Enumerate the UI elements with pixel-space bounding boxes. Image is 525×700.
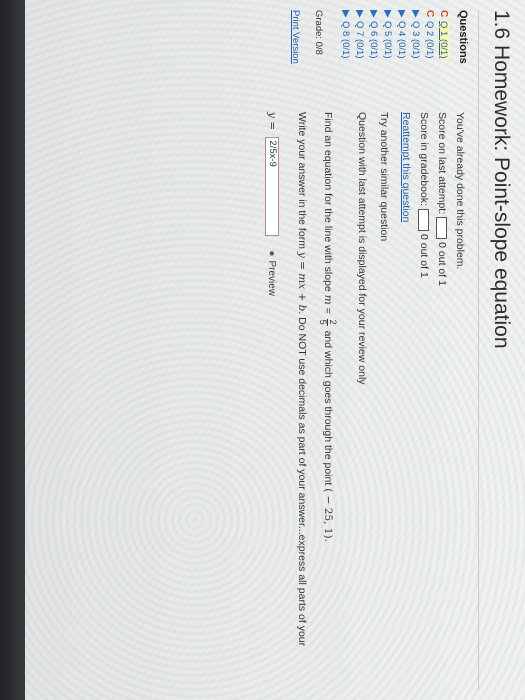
- play-triangle-icon: ▶: [410, 10, 421, 18]
- form-equation: y = mx + b: [296, 251, 308, 312]
- score-gradebook-box: [418, 208, 430, 231]
- sidebar-item-q4[interactable]: ▶ Q 4 (0/1): [394, 10, 408, 100]
- score-gradebook-label: Score in gradebook:: [418, 112, 430, 206]
- play-triangle-icon: ▶: [340, 10, 351, 18]
- play-triangle-icon: ▶: [396, 10, 407, 18]
- instructions-text: Write your answer in the form y = mx + b…: [293, 112, 311, 697]
- question-panel: You've already done this problem. Score …: [263, 112, 469, 697]
- instructions-suffix: . Do NOT use decimals as part of your an…: [296, 311, 308, 647]
- play-triangle-icon: ▶: [354, 10, 365, 18]
- score-last-value: 0 out of 1: [436, 242, 448, 286]
- try-similar-button[interactable]: Try another similar question: [378, 112, 390, 241]
- page-title: 1.6 Homework: Point-slope equation: [490, 10, 513, 349]
- grade-text: Grade: 0/8: [313, 10, 324, 55]
- answer-input[interactable]: 2/5x-9: [264, 137, 279, 237]
- print-version-link[interactable]: Print Version: [290, 10, 301, 64]
- sidebar-item-q6[interactable]: ▶ Q 6 (0/1): [366, 10, 380, 100]
- questions-heading: Questions: [457, 10, 469, 64]
- preview-button[interactable]: ● Preview: [266, 250, 277, 296]
- sidebar-item-label: Q 8 (0/1): [340, 21, 351, 59]
- preview-label: Preview: [266, 260, 277, 297]
- instructions-prefix: Write your answer in the form: [296, 112, 308, 252]
- answer-row: y = 2/5x-9 ● Preview: [263, 112, 281, 697]
- reattempt-link[interactable]: Reattempt this question: [400, 112, 412, 222]
- score-gradebook-value: 0 out of 1: [418, 233, 430, 278]
- screen-bezel: [0, 0, 25, 700]
- browser-screen: 1.6 Homework: Point-slope equation Quest…: [0, 0, 525, 700]
- sidebar-item-label: Q 7 (0/1): [354, 21, 365, 59]
- redo-icon: C: [424, 10, 435, 18]
- questions-sidebar: Questions CQ 1 (0/1) CQ 2 (0/1) ▶Q 3 (0/…: [288, 10, 469, 100]
- answer-variable: y =: [266, 112, 278, 134]
- slope-denominator: 5: [318, 319, 329, 325]
- slope-variable: m: [322, 294, 334, 305]
- given-point: ( − 25, 1).: [322, 488, 334, 542]
- sidebar-item-q7[interactable]: ▶ Q 7 (0/1): [352, 10, 366, 100]
- sidebar-item-label: Q 3 (0/1): [410, 21, 421, 59]
- score-gradebook: Score in gradebook: 0 out of 1: [415, 112, 433, 697]
- question-middle: and which goes through the point: [322, 327, 334, 489]
- slope-fraction: 25: [318, 318, 339, 326]
- sidebar-item-q5[interactable]: ▶ Q 5 (0/1): [380, 10, 394, 100]
- done-text: You've already done this problem.: [454, 112, 466, 270]
- sidebar-item-label: Q 2 (0/1): [424, 21, 435, 59]
- question-prefix: Find an equation for the line with slope: [322, 112, 334, 295]
- sidebar-item-q1[interactable]: C Q 1 (0/1): [436, 10, 450, 100]
- review-note: Question with last attempt is displayed …: [356, 112, 368, 385]
- sidebar-item-q2[interactable]: C Q 2 (0/1): [422, 10, 436, 100]
- sidebar-item-label: Q 5 (0/1): [382, 21, 393, 59]
- score-last-label: Score on last attempt:: [436, 112, 448, 215]
- sidebar-item-q8[interactable]: ▶ Q 8 (0/1): [338, 10, 352, 100]
- play-triangle-icon: ▶: [368, 10, 379, 18]
- score-last-attempt: Score on last attempt: 0 out of 1: [433, 112, 451, 697]
- sidebar-item-label: Q 4 (0/1): [396, 21, 407, 59]
- sidebar-item-label: Q 1 (0/1): [438, 21, 449, 59]
- slope-numerator: 2: [327, 318, 339, 326]
- score-last-box: [436, 217, 448, 240]
- equals-sign: =: [322, 304, 334, 317]
- title-divider: [478, 10, 479, 690]
- preview-dot-icon: ●: [266, 250, 277, 257]
- play-triangle-icon: ▶: [382, 10, 393, 18]
- question-text: Find an equation for the line with slope…: [317, 112, 339, 697]
- sidebar-item-q3[interactable]: ▶ Q 3 (0/1): [408, 10, 422, 100]
- redo-icon: C: [438, 10, 449, 18]
- sidebar-item-label: Q 6 (0/1): [368, 21, 379, 59]
